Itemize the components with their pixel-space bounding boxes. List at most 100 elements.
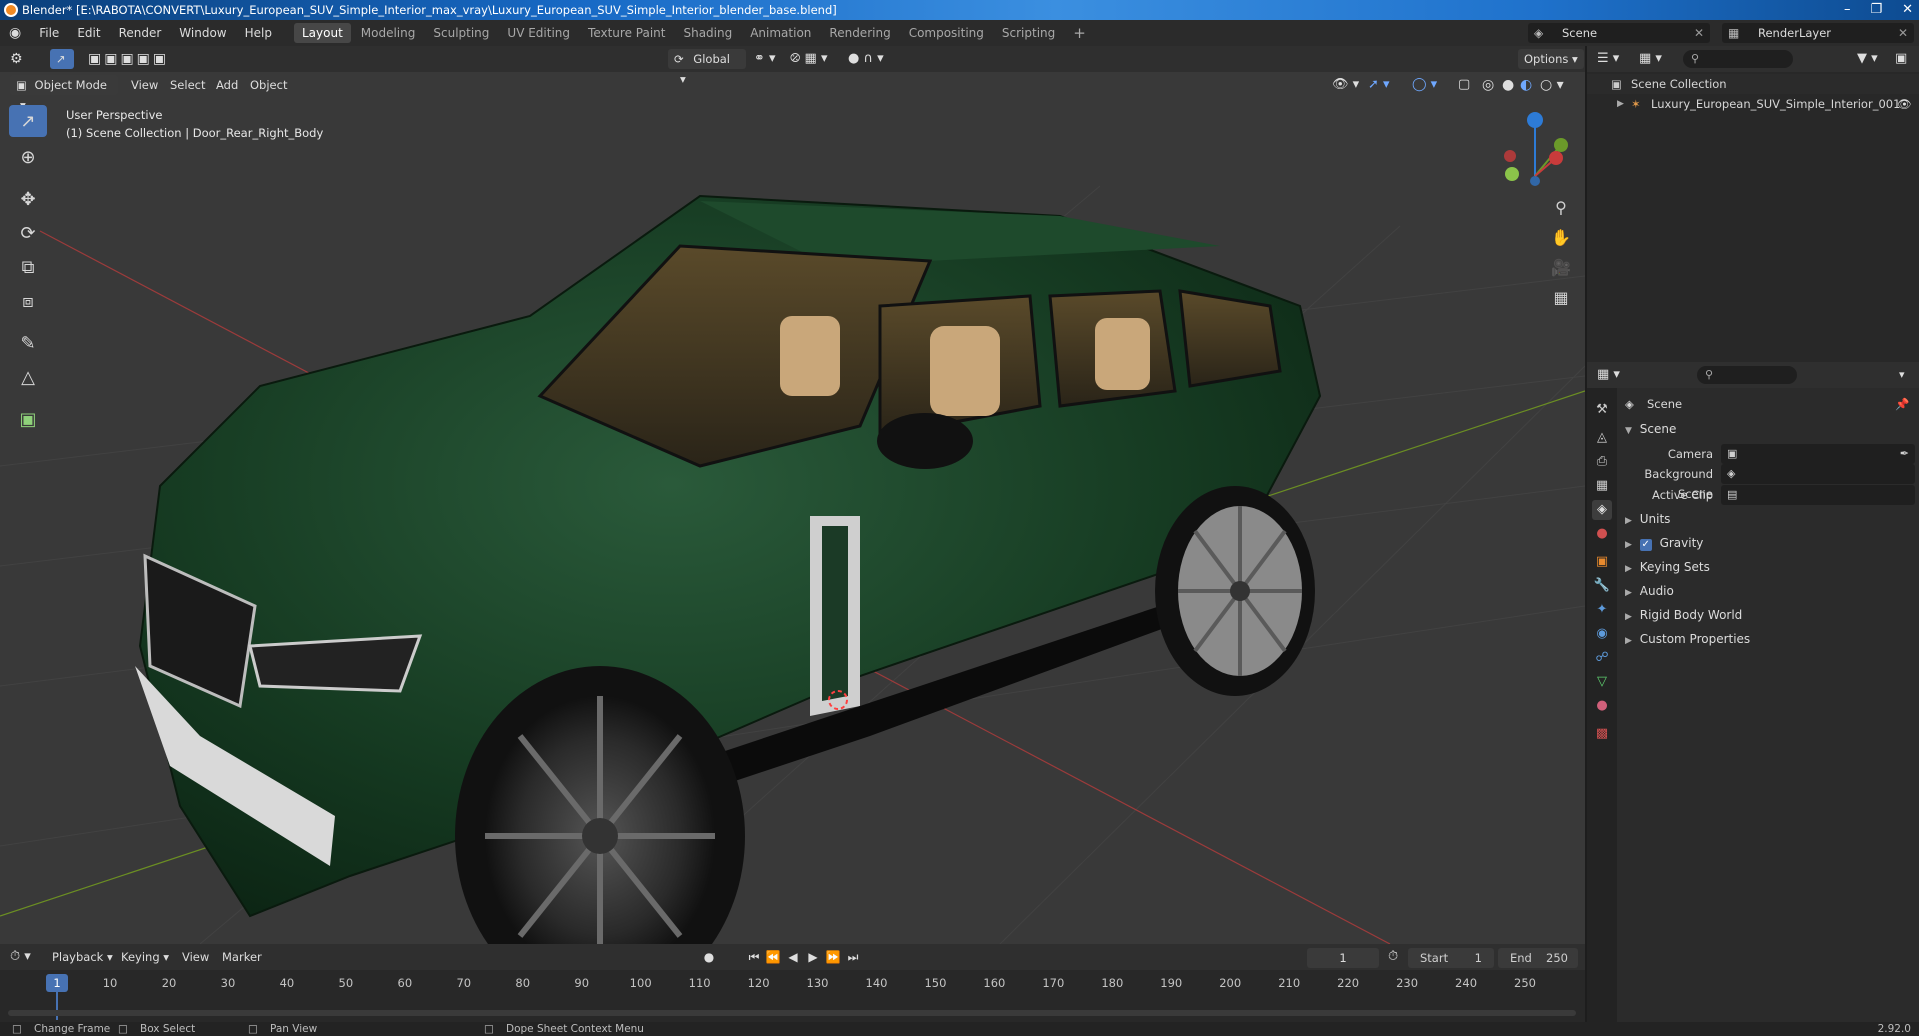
overlay-toggle-icon[interactable]: ◯ ▾ — [1412, 75, 1437, 95]
menu-render[interactable]: Render — [110, 20, 171, 46]
add-cube-tool-icon[interactable]: ▣ — [9, 403, 47, 435]
filter-icon[interactable]: ▼ ▾ — [1857, 49, 1878, 69]
perspective-toggle-icon[interactable]: ▦ — [1549, 286, 1573, 310]
tab-rendering[interactable]: Rendering — [821, 23, 898, 43]
current-frame-field[interactable]: 1 — [1307, 948, 1379, 968]
play-reverse-icon[interactable]: ◀ — [784, 948, 802, 966]
tab-scripting[interactable]: Scripting — [994, 23, 1063, 43]
physics-tab-icon[interactable]: ◉ — [1592, 624, 1612, 644]
menu-select[interactable]: Select — [170, 75, 205, 95]
scene-tab-icon[interactable]: ◈ — [1592, 500, 1612, 520]
render-layer-remove-icon[interactable]: ✕ — [1898, 23, 1908, 43]
menu-view[interactable]: View — [131, 75, 158, 95]
start-frame-field[interactable]: Start 1 — [1408, 948, 1494, 968]
tab-modeling[interactable]: Modeling — [353, 23, 424, 43]
scene-remove-icon[interactable]: ✕ — [1694, 23, 1704, 43]
menu-help[interactable]: Help — [236, 20, 281, 46]
editor-type-icon[interactable]: ⚙ — [10, 49, 23, 69]
custom-properties-panel-header[interactable]: ▶ Custom Properties — [1625, 628, 1750, 650]
tab-compositing[interactable]: Compositing — [901, 23, 992, 43]
tab-shading[interactable]: Shading — [675, 23, 740, 43]
camera-field[interactable]: ▣ ✒ — [1721, 444, 1915, 464]
object-tab-icon[interactable]: ▣ — [1592, 552, 1612, 572]
transform-orientation-dropdown[interactable]: ⟳ Global ▾ — [668, 49, 746, 86]
expand-arrow-icon[interactable]: ▶ — [1617, 94, 1624, 114]
audio-panel-header[interactable]: ▶ Audio — [1625, 580, 1674, 602]
outliner-editor-icon[interactable]: ☰ ▾ — [1597, 49, 1619, 69]
measure-tool-icon[interactable]: △ — [9, 361, 47, 393]
menu-marker[interactable]: Marker — [222, 947, 262, 967]
tab-uv-editing[interactable]: UV Editing — [499, 23, 578, 43]
texture-tab-icon[interactable]: ▩ — [1592, 724, 1612, 744]
options-dropdown[interactable]: Options ▾ — [1518, 49, 1584, 69]
gravity-panel-header[interactable]: ▶ ✓ Gravity — [1625, 532, 1703, 554]
new-collection-icon[interactable]: ▣ — [1895, 49, 1907, 69]
navigation-gizmo[interactable] — [1504, 112, 1568, 186]
scene-panel-header[interactable]: ▼ Scene — [1625, 418, 1676, 440]
menu-file[interactable]: File — [30, 20, 68, 46]
cursor-tool-icon[interactable]: ⊕ — [9, 141, 47, 173]
snap-icon[interactable]: ⦼ ▦ ▾ — [790, 49, 827, 69]
tab-sculpting[interactable]: Sculpting — [425, 23, 497, 43]
output-tab-icon[interactable]: ⎙ — [1592, 452, 1612, 472]
eyedropper-icon[interactable]: ✒ — [1900, 444, 1909, 464]
record-icon[interactable]: ● — [700, 948, 718, 966]
shading-rendered-icon[interactable]: ○ ▾ — [1540, 75, 1564, 95]
view-layer-tab-icon[interactable]: ▦ — [1592, 476, 1612, 496]
pin-icon[interactable]: 📌 — [1895, 394, 1909, 414]
select-tool-icon[interactable]: ↗ — [50, 49, 74, 69]
keying-sets-panel-header[interactable]: ▶ Keying Sets — [1625, 556, 1710, 578]
render-layer-selector[interactable]: ▦ RenderLayer ✕ — [1722, 23, 1914, 43]
material-tab-icon[interactable]: ● — [1592, 696, 1612, 716]
3d-viewport[interactable]: ⚙ ↗ ▣▣▣▣▣ ⟳ Global ▾ ⚭ ▾ ⦼ ▦ ▾ ● ∩ ▾ Opt… — [0, 46, 1585, 944]
pan-hand-icon[interactable]: ✋ — [1549, 226, 1573, 250]
blender-menu-icon[interactable]: ◉ — [0, 20, 30, 46]
timeline-editor-icon[interactable]: ⏱ ▾ — [10, 947, 31, 967]
restore-button[interactable]: ❐ — [1870, 0, 1882, 20]
chevron-down-icon[interactable]: ▾ — [1899, 365, 1905, 385]
world-tab-icon[interactable]: ● — [1592, 524, 1612, 544]
gizmo-toggle-icon[interactable]: ➚ ▾ — [1368, 75, 1390, 95]
zoom-icon[interactable]: ⚲ — [1549, 196, 1573, 220]
active-clip-field[interactable]: ▤ — [1721, 485, 1915, 505]
visibility-icon[interactable]: 👁 ▾ — [1332, 75, 1359, 95]
background-scene-field[interactable]: ◈ — [1721, 464, 1915, 484]
tab-layout[interactable]: Layout — [293, 23, 351, 43]
tool-tab-icon[interactable]: ⚒ — [1592, 400, 1612, 420]
selection-mode-icons[interactable]: ▣▣▣▣▣ — [88, 49, 169, 69]
add-workspace-button[interactable]: + — [1065, 23, 1094, 43]
object-mode-dropdown[interactable]: ▣ Object Mode ▾ — [10, 75, 118, 112]
timeline-scrollbar[interactable] — [8, 1010, 1576, 1016]
close-button[interactable]: ✕ — [1902, 0, 1913, 20]
constraints-tab-icon[interactable]: ☍ — [1592, 648, 1612, 668]
scale-tool-icon[interactable]: ⧉ — [9, 251, 47, 283]
jump-end-icon[interactable]: ⏭ — [844, 948, 862, 966]
render-tab-icon[interactable]: ◬ — [1592, 428, 1612, 448]
menu-timeline-view[interactable]: View — [182, 947, 209, 967]
outliner-search-input[interactable]: ⚲ — [1683, 50, 1793, 68]
jump-keyframe-forward-icon[interactable]: ⏩ — [824, 948, 842, 966]
rotate-tool-icon[interactable]: ⟳ — [9, 217, 47, 249]
menu-window[interactable]: Window — [170, 20, 235, 46]
transform-tool-icon[interactable]: ⧈ — [9, 285, 47, 317]
end-frame-field[interactable]: End 250 — [1498, 948, 1578, 968]
play-icon[interactable]: ▶ — [804, 948, 822, 966]
menu-playback[interactable]: Playback ▾ — [52, 947, 113, 967]
timeline-ruler[interactable]: 1 10 20 30 40 50 60 70 80 90 100 110 120 130 140 150 160… — [0, 970, 1585, 1022]
menu-edit[interactable]: Edit — [68, 20, 109, 46]
minimize-button[interactable]: – — [1844, 0, 1851, 20]
menu-add[interactable]: Add — [216, 75, 238, 95]
jump-start-icon[interactable]: ⏮ — [745, 948, 763, 966]
jump-keyframe-back-icon[interactable]: ⏪ — [764, 948, 782, 966]
annotate-tool-icon[interactable]: ✎ — [9, 327, 47, 359]
outliner-row-scene-collection[interactable]: ▣ Scene Collection — [1587, 74, 1919, 94]
camera-view-icon[interactable]: 🎥 — [1549, 256, 1573, 280]
shading-material-icon[interactable]: ◐ — [1520, 75, 1532, 95]
outliner-row-object[interactable]: ▶ ✶ Luxury_European_SUV_Simple_Interior_… — [1587, 94, 1919, 114]
rigid-body-world-panel-header[interactable]: ▶ Rigid Body World — [1625, 604, 1742, 626]
gravity-checkbox[interactable]: ✓ — [1639, 539, 1652, 551]
menu-object[interactable]: Object — [250, 75, 287, 95]
modifier-tab-icon[interactable]: 🔧 — [1592, 576, 1612, 596]
shading-wireframe-icon[interactable]: ◎ — [1482, 75, 1494, 95]
data-tab-icon[interactable]: ▽ — [1592, 672, 1612, 692]
